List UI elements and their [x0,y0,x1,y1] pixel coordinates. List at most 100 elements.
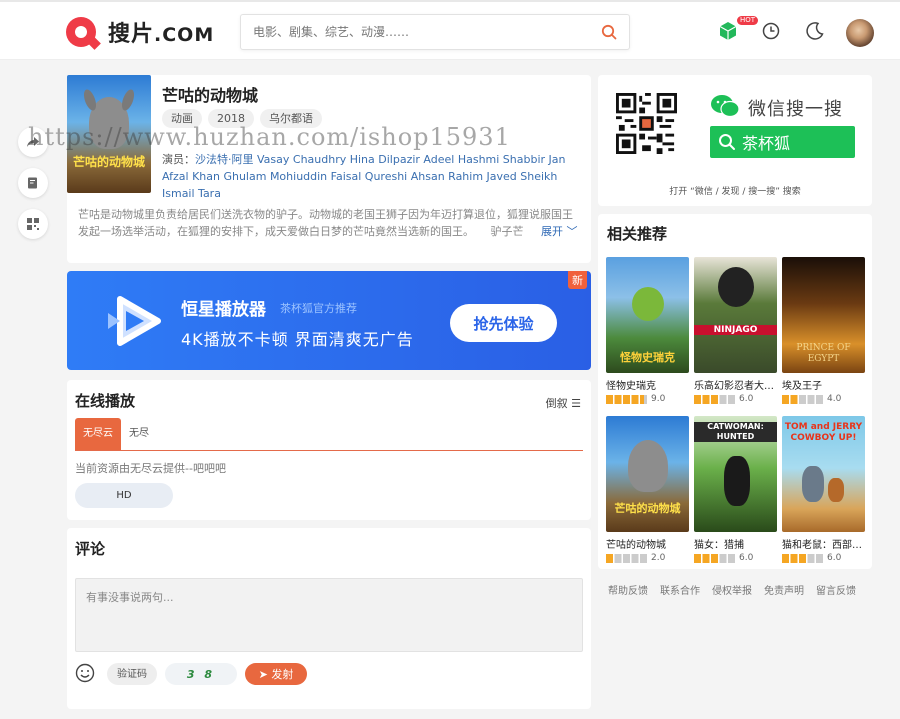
link-help[interactable]: 帮助反馈 [608,582,648,597]
expand-button[interactable]: 展开 ﹀ [537,223,578,239]
movie-poster[interactable]: 芒咕的动物城 [67,75,151,193]
site-logo[interactable]: 搜片.COM [66,16,214,48]
banner-subtitle: 茶杯狐官方推荐 [280,302,357,315]
sort-icon: ☰ [571,397,581,410]
edit-icon [28,177,37,189]
section-title: 在线播放 [75,392,136,410]
actors-label: 演员： [162,153,195,166]
actors-text[interactable]: 沙法特·阿里 Vasay Chaudhry Hina Dilpazir Adee… [162,153,566,200]
rating-fill [694,553,720,563]
moon-icon[interactable] [804,20,826,42]
rec-poster-text: PRINCE OF EGYPT [796,343,851,364]
rec-poster[interactable]: 怪物史瑞克 [606,257,689,373]
rec-poster[interactable]: PRINCE OF EGYPT [782,257,865,373]
edit-button[interactable] [18,168,48,198]
rating-value: 2.0 [651,553,666,563]
rec-name[interactable]: 猫和老鼠：西部冒险 [782,536,865,551]
send-label: 发射 [271,668,294,681]
captcha-image[interactable]: 3 8 [165,663,237,685]
history-icon[interactable] [760,20,782,42]
rec-poster[interactable]: CATWOMAN: HUNTED [694,416,777,532]
cube-icon[interactable] [717,20,739,42]
episode-button[interactable]: HD [75,483,173,508]
avatar[interactable] [846,19,874,47]
rec-poster[interactable]: NINJAGO [694,257,777,373]
rating-fill [782,553,808,563]
source-note: 当前资源由无尽云提供--吧吧吧 [75,462,226,475]
rec-name[interactable]: 怪物史瑞克 [606,377,689,392]
tab-source-1[interactable]: 无尽云 [75,418,121,450]
sort-label: 倒叙 [545,397,568,410]
rec-poster-text: 怪物史瑞克 [620,351,675,364]
movie-info-card: 芒咕的动物城 芒咕的动物城 动画 2018 乌尔都语 演员：沙法特·阿里 Vas… [67,75,591,263]
rec-item[interactable]: TOM and JERRY COWBOY UP! 猫和老鼠：西部冒险 6.0 [782,416,865,563]
tag-genre[interactable]: 动画 [162,109,202,128]
rec-poster-text: 芒咕的动物城 [614,502,681,515]
link-report[interactable]: 侵权举报 [712,582,752,597]
link-feedback[interactable]: 留言反馈 [816,582,856,597]
rating-stars [694,553,736,563]
actors-list: 演员：沙法特·阿里 Vasay Chaudhry Hina Dilpazir A… [162,151,582,202]
movie-tags: 动画 2018 乌尔都语 [162,109,322,128]
rating-fill [606,394,644,404]
rating-value: 6.0 [739,394,754,404]
source-tabs: 无尽云 无尽 [75,418,583,451]
rec-poster-text: NINJAGO [694,325,777,335]
tab-source-2[interactable]: 无尽 [121,418,157,450]
footer-links: 帮助反馈 联系合作 侵权举报 免责声明 留言反馈 [608,582,856,597]
section-title: 评论 [75,540,106,558]
rec-poster[interactable]: 芒咕的动物城 [606,416,689,532]
online-play-section: 在线播放 倒叙 ☰ 无尽云 无尽 当前资源由无尽云提供--吧吧吧 HD [67,380,591,520]
rec-name[interactable]: 乐高幻影忍者大电影 [694,377,777,392]
link-contact[interactable]: 联系合作 [660,582,700,597]
rec-poster[interactable]: TOM and JERRY COWBOY UP! [782,416,865,532]
tag-language[interactable]: 乌尔都语 [260,109,322,128]
banner-slogan: 4K播放不卡顿 界面清爽无广告 [181,330,414,349]
try-now-button[interactable]: 抢先体验 [450,304,557,342]
wechat-search-box[interactable]: 茶杯狐 [710,126,855,158]
rec-item[interactable]: 怪物史瑞克 怪物史瑞克 9.0 [606,257,689,404]
rating-stars [782,553,824,563]
link-disclaimer[interactable]: 免责声明 [764,582,804,597]
qrcode-icon [27,218,39,230]
share-icon [27,137,39,147]
rating-stars [606,553,648,563]
comment-input[interactable] [75,578,583,652]
tag-year[interactable]: 2018 [208,109,254,128]
wechat-search-text: 茶杯狐 [742,134,791,153]
rating-stars [782,394,824,404]
rec-name[interactable]: 埃及王子 [782,377,865,392]
rating-fill [694,394,720,404]
qrcode-image [616,93,677,154]
send-button[interactable]: ➤ 发射 [245,663,307,685]
paper-plane-icon: ➤ [258,667,268,681]
logo-icon [66,17,96,47]
rec-item[interactable]: CATWOMAN: HUNTED 猫女：猎捕 6.0 [694,416,777,563]
expand-label: 展开 [541,225,563,238]
search-input[interactable] [241,15,571,49]
movie-description: 芒咕是动物城里负责给居民们送洗衣物的驴子。动物城的老国王狮子因为年迈打算退位，狐… [78,208,573,238]
rec-item[interactable]: 芒咕的动物城 芒咕的动物城 2.0 [606,416,689,563]
rec-name[interactable]: 芒咕的动物城 [606,536,689,551]
rec-name[interactable]: 猫女：猎捕 [694,536,777,551]
rating-value: 9.0 [651,394,666,404]
rec-item[interactable]: PRINCE OF EGYPT 埃及王子 4.0 [782,257,865,404]
player-ad-banner[interactable]: 恒星播放器 茶杯狐官方推荐 4K播放不卡顿 界面清爽无广告 抢先体验 新 [67,271,591,370]
sort-button[interactable]: 倒叙 ☰ [546,395,581,411]
hot-badge: HOT [737,16,759,25]
search-icon [719,134,735,150]
search-icon[interactable] [601,24,617,40]
player-logo-icon [108,296,161,346]
wechat-search-title: 微信搜一搜 [748,99,843,120]
share-button[interactable] [18,127,48,157]
chevron-down-icon: ﹀ [566,225,578,238]
qrcode-button[interactable] [18,209,48,239]
emoji-icon[interactable] [75,663,95,683]
rating-stars [694,394,736,404]
logo-suffix: .COM [154,24,215,46]
rating-value: 6.0 [739,553,754,563]
banner-title: 恒星播放器 [181,300,266,320]
poster-caption: 芒咕的动物城 [72,155,145,169]
rec-item[interactable]: NINJAGO 乐高幻影忍者大电影 6.0 [694,257,777,404]
captcha-input[interactable] [107,663,157,685]
